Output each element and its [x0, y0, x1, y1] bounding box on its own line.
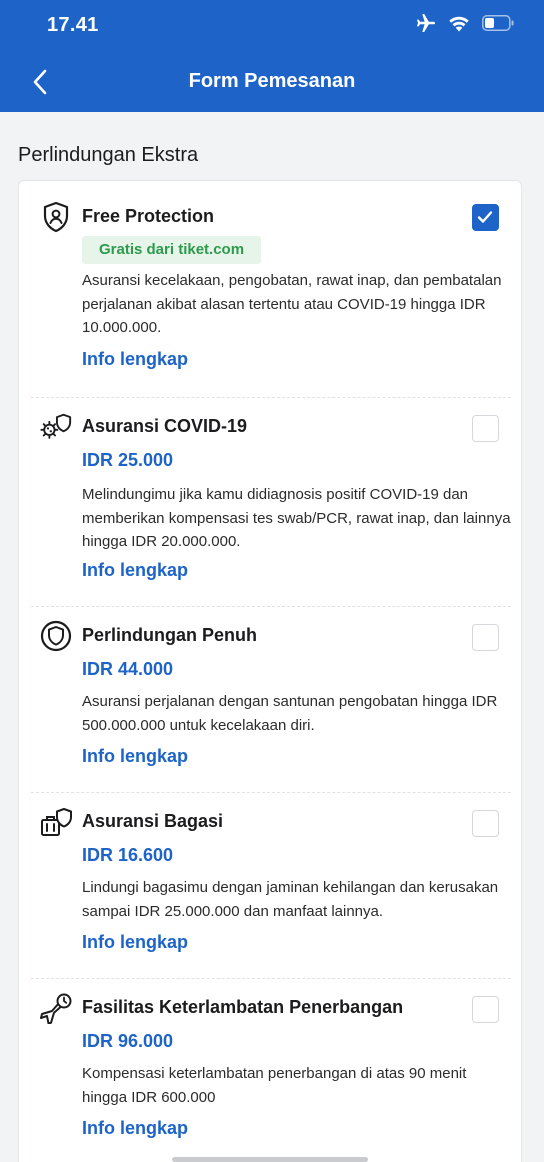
- info-link[interactable]: Info lengkap: [82, 1118, 188, 1139]
- item-description: Asuransi kecelakaan, pengobatan, rawat i…: [82, 272, 502, 336]
- info-link[interactable]: Info lengkap: [82, 560, 188, 581]
- item-title: Asuransi COVID-19: [82, 416, 248, 436]
- home-indicator: [172, 1157, 368, 1162]
- status-icons: [416, 14, 514, 37]
- item-description: Asuransi perjalanan dengan santunan peng…: [82, 693, 498, 734]
- app-header: 17.41 Form Pemesanan: [0, 0, 544, 112]
- wifi-icon: [448, 15, 470, 37]
- shield-circle-icon: [39, 619, 73, 653]
- page-title: Form Pemesanan: [188, 70, 356, 92]
- airplane-icon: [416, 14, 436, 37]
- shield-person-icon: [39, 200, 73, 234]
- checkmark-icon: [477, 211, 493, 223]
- item-price: IDR 16.600: [82, 845, 174, 865]
- item-title: Perlindungan Penuh: [82, 625, 258, 645]
- status-time: 17.41: [47, 14, 99, 36]
- item-divider: [31, 978, 511, 979]
- info-link[interactable]: Info lengkap: [82, 932, 188, 953]
- item-divider: [31, 792, 511, 793]
- checkbox-baggage[interactable]: [472, 810, 499, 837]
- item-price: IDR 44.000: [82, 659, 174, 679]
- protection-card: Free Protection Gratis dari tiket.com As…: [18, 180, 522, 1162]
- item-divider: [31, 397, 511, 398]
- item-price: IDR 96.000: [82, 1031, 174, 1051]
- item-title: Asuransi Bagasi: [82, 811, 224, 831]
- virus-shield-icon: [39, 410, 73, 444]
- checkbox-full-protection[interactable]: [472, 624, 499, 651]
- checkbox-covid[interactable]: [472, 415, 499, 442]
- plane-delay-icon: [39, 991, 73, 1025]
- item-description: Kompensasi keterlambatan penerbangan di …: [82, 1065, 467, 1106]
- item-description: Melindungimu jika kamu didiagnosis posit…: [82, 486, 511, 550]
- status-bar: 17.41: [0, 0, 544, 52]
- item-description: Lindungi bagasimu dengan jaminan kehilan…: [82, 879, 499, 920]
- free-badge: Gratis dari tiket.com: [82, 236, 262, 264]
- item-divider: [31, 606, 511, 607]
- battery-icon: [482, 15, 514, 36]
- nav-bar: Form Pemesanan: [0, 58, 544, 108]
- luggage-shield-icon: [39, 806, 73, 840]
- checkbox-flight-delay[interactable]: [472, 996, 499, 1023]
- section-title: Perlindungan Ekstra: [18, 144, 199, 166]
- item-title: Fasilitas Keterlambatan Penerbangan: [82, 997, 404, 1017]
- item-price: IDR 25.000: [82, 450, 174, 470]
- info-link[interactable]: Info lengkap: [82, 746, 188, 767]
- info-link[interactable]: Info lengkap: [82, 349, 188, 370]
- item-title: Free Protection: [82, 206, 215, 226]
- checkbox-free-protection[interactable]: [472, 204, 499, 231]
